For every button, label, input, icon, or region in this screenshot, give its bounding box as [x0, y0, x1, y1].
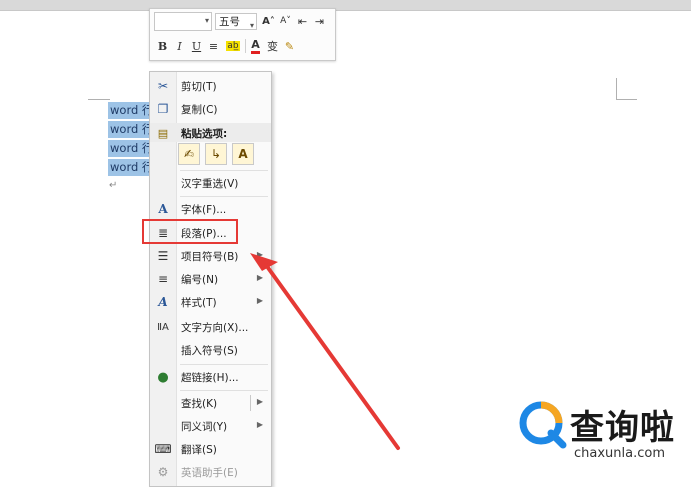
arrow-shaft: [264, 263, 400, 450]
watermark-title: 查询啦: [570, 408, 675, 448]
arrow-head: [250, 253, 278, 271]
watermark-url: chaxunla.com: [574, 446, 665, 461]
chaxunla-logo-icon: [519, 401, 567, 449]
